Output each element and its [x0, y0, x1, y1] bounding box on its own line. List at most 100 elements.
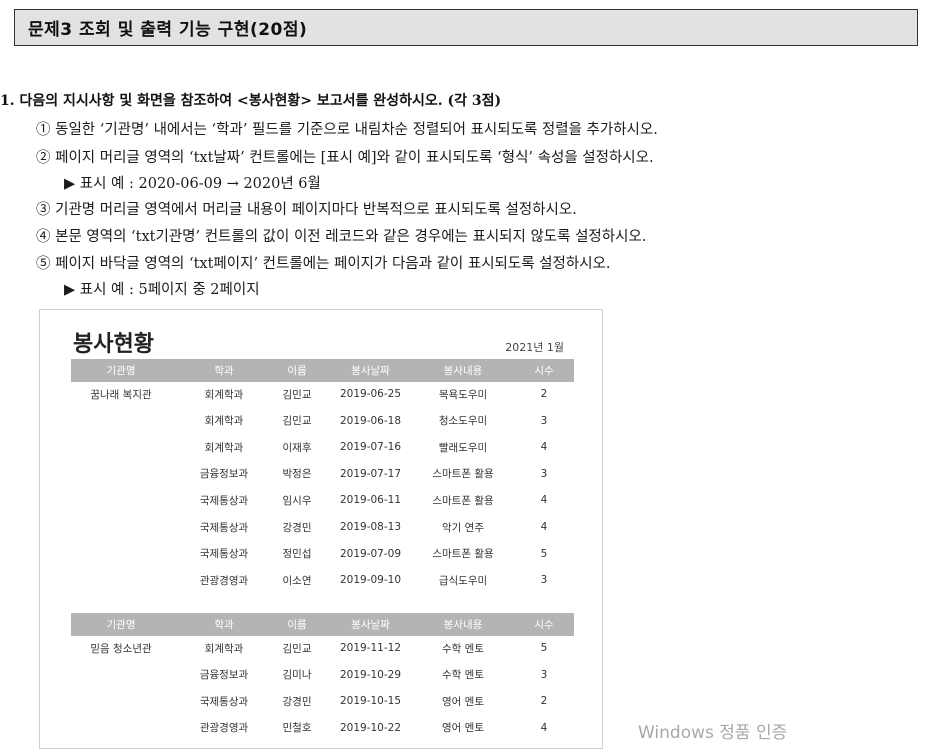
table-cell [71, 664, 171, 686]
table-cell: 3 [540, 574, 548, 587]
table-cell: 관광경영과 [199, 722, 249, 735]
table-row: 회계학과 김민교 2019-06-18 청소도우미 3 [71, 410, 574, 432]
report-preview: 봉사현황 2021년 1월 기관명 학과 이름 봉사날짜 봉사내용 시수 꿈나래 복지관 회계… [39, 309, 603, 749]
table-cell: 2019-11-12 [339, 642, 402, 654]
table-cell: 국제통상과 [199, 695, 249, 708]
table-cell: 영어 멘토 [442, 722, 484, 735]
table-cell [71, 569, 171, 591]
table-cell: 4 [540, 521, 548, 533]
table-cell: 관광경영과 [199, 574, 249, 587]
table-cell: 이소연 [282, 574, 312, 587]
column-header: 학과 [214, 365, 234, 377]
table-cell: 임시우 [282, 494, 312, 507]
column-header: 기관명 [106, 365, 136, 377]
table-row: 금융정보과 박정은 2019-07-17 스마트폰 활용 3 [71, 463, 574, 485]
table-cell: 금융정보과 [199, 468, 249, 481]
table-cell: 김민교 [282, 415, 312, 428]
table-cell: 4 [540, 494, 548, 507]
table-row: 꿈나래 복지관 회계학과 김민교 2019-06-25 목욕도우미 2 [71, 383, 574, 405]
table-cell: 2019-07-16 [339, 441, 402, 454]
group-header-row: 기관명 학과 이름 봉사날짜 봉사내용 시수 [71, 359, 574, 382]
table-cell: 2019-07-17 [339, 467, 402, 480]
column-header: 기관명 [106, 619, 136, 631]
table-cell: 악기 연주 [442, 521, 484, 534]
table-row: 금융정보과 김미나 2019-10-29 수학 멘토 3 [71, 664, 574, 686]
display-example-page: ▶ 표시 예 : 5페이지 중 2페이지 [64, 282, 260, 298]
problem-title: 문제3 조회 및 출력 기능 구현(20점) [28, 20, 308, 40]
table-row: 믿음 청소년관 회계학과 김민교 2019-11-12 수학 멘토 5 [71, 637, 574, 659]
table-cell: 김민교 [282, 388, 312, 401]
table-cell: 2019-06-18 [339, 414, 402, 427]
column-header: 이름 [287, 619, 307, 631]
table-cell: 스마트폰 활용 [432, 548, 494, 561]
table-cell: 꿈나래 복지관 [90, 388, 152, 401]
table-cell: 2019-10-22 [339, 721, 402, 734]
instruction-4: ④ 본문 영역의 ‘txt기관명’ 컨트롤의 값이 이전 레코드와 같은 경우에… [36, 229, 647, 245]
instruction-2: ② 페이지 머리글 영역의 ‘txt날짜’ 컨트롤에는 [표시 예]와 같이 표… [36, 150, 654, 166]
table-cell: 청소도우미 [438, 415, 488, 428]
table-cell: 스마트폰 활용 [432, 468, 494, 481]
instruction-5: ⑤ 페이지 바닥글 영역의 ‘txt페이지’ 컨트롤에는 페이지가 다음과 같이… [36, 256, 611, 272]
table-cell: 회계학과 [204, 441, 244, 454]
table-cell: 3 [540, 414, 548, 427]
table-cell: 2019-07-09 [339, 547, 402, 560]
display-example-date: ▶ 표시 예 : 2020-06-09 → 2020년 6월 [64, 176, 321, 192]
table-cell: 김민교 [282, 642, 312, 655]
table-cell: 정민섭 [282, 548, 312, 561]
question-heading: 1. 다음의 지시사항 및 화면을 참조하여 <봉사현황> 보고서를 완성하시오… [0, 93, 502, 109]
column-header: 봉사내용 [443, 619, 483, 631]
column-header: 학과 [214, 619, 234, 631]
table-cell [71, 690, 171, 712]
table-cell: 빨래도우미 [438, 441, 488, 454]
table-row: 국제통상과 강경민 2019-10-15 영어 멘토 2 [71, 690, 574, 712]
table-cell: 강경민 [282, 521, 312, 534]
table-cell: 박정은 [282, 468, 312, 481]
table-row: 국제통상과 임시우 2019-06-11 스마트폰 활용 4 [71, 489, 574, 511]
table-cell: 금융정보과 [199, 669, 249, 682]
table-cell: 2019-09-10 [339, 574, 402, 587]
instruction-1: ① 동일한 ‘기관명’ 내에서는 ‘학과’ 필드를 기준으로 내림차순 정렬되어… [36, 122, 658, 138]
table-cell: 목욕도우미 [438, 388, 488, 401]
table-cell: 이재후 [282, 441, 312, 454]
table-cell: 수학 멘토 [442, 669, 484, 682]
table-cell: 4 [540, 721, 548, 734]
table-cell: 김미나 [282, 669, 312, 682]
table-cell: 급식도우미 [438, 574, 488, 587]
table-row: 관광경영과 이소연 2019-09-10 급식도우미 3 [71, 569, 574, 591]
table-cell: 민철호 [282, 722, 312, 735]
table-cell [71, 436, 171, 458]
table-cell [71, 410, 171, 432]
table-cell: 2 [540, 388, 548, 400]
column-header: 봉사날짜 [351, 365, 390, 377]
table-cell: 3 [540, 668, 548, 681]
problem-title-box: 문제3 조회 및 출력 기능 구현(20점) [14, 9, 918, 46]
table-cell [71, 489, 171, 511]
table-cell: 회계학과 [204, 388, 244, 401]
table-cell: 2019-06-11 [339, 494, 402, 507]
table-row: 회계학과 이재후 2019-07-16 빨래도우미 4 [71, 436, 574, 458]
table-cell: 영어 멘토 [442, 695, 484, 708]
column-header: 시수 [534, 619, 554, 631]
table-cell: 4 [540, 441, 548, 454]
table-cell: 회계학과 [204, 642, 244, 655]
table-cell: 3 [540, 467, 548, 480]
table-cell: 국제통상과 [199, 548, 249, 561]
report-title: 봉사현황 [73, 332, 154, 357]
table-cell: 수학 멘토 [442, 642, 484, 655]
table-row: 국제통상과 정민섭 2019-07-09 스마트폰 활용 5 [71, 543, 574, 565]
column-header: 봉사내용 [443, 365, 483, 377]
table-cell: 2019-08-13 [339, 521, 402, 533]
column-header: 이름 [287, 365, 307, 377]
table-cell [71, 717, 171, 739]
table-cell: 2019-06-25 [339, 388, 402, 400]
table-cell: 2019-10-29 [339, 668, 402, 681]
table-cell: 강경민 [282, 695, 312, 708]
table-cell [71, 543, 171, 565]
table-cell: 5 [540, 642, 548, 654]
column-header: 봉사날짜 [351, 619, 390, 631]
report-date: 2021년 1월 [505, 341, 564, 354]
group-header-row: 기관명 학과 이름 봉사날짜 봉사내용 시수 [71, 613, 574, 636]
table-row: 관광경영과 민철호 2019-10-22 영어 멘토 4 [71, 717, 574, 739]
table-cell: 5 [540, 547, 548, 560]
instruction-3: ③ 기관명 머리글 영역에서 머리글 내용이 페이지마다 반복적으로 표시되도록… [36, 202, 577, 218]
